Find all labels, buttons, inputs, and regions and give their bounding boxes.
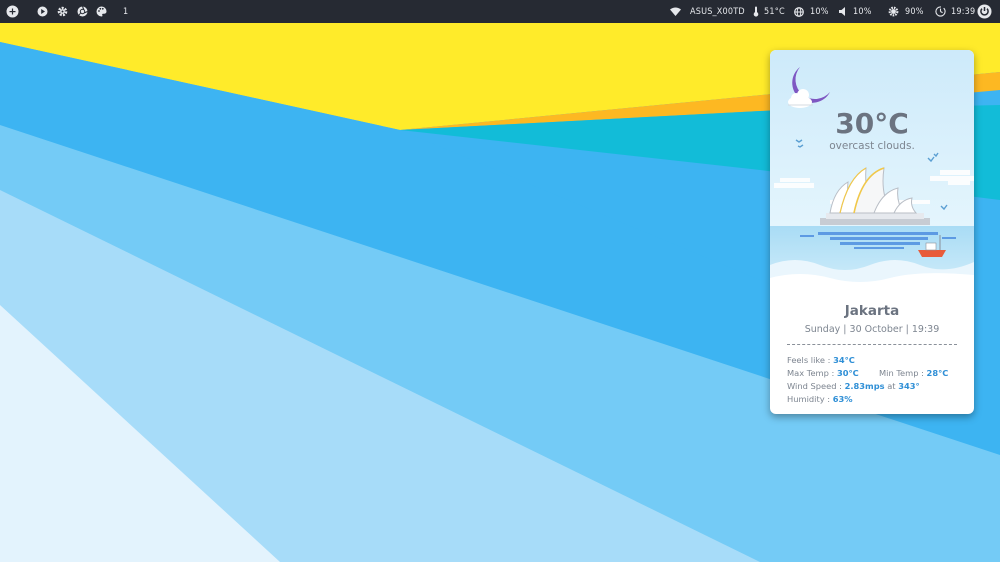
temperature-value: 51°C [764, 6, 785, 17]
weather-date: Sunday | 30 October | 19:39 [804, 324, 940, 335]
min-temp-row: Min Temp : 28°C [879, 368, 948, 378]
weather-temperature: 30°C [835, 107, 909, 140]
max-temp-value: 30°C [836, 368, 859, 378]
network-status[interactable]: ASUS_X00TD [670, 0, 745, 23]
clock-icon [935, 6, 946, 17]
workspace-indicator[interactable]: 1 [123, 0, 128, 23]
weather-widget: 30°C overcast clouds. Jakarta Sunday | 3… [770, 50, 974, 414]
wind-direction-value: 343° [898, 381, 920, 391]
globe-icon [794, 6, 804, 17]
feels-like-row: Feels like : 34°C [787, 355, 855, 365]
screenshot-button[interactable] [77, 0, 88, 23]
brightness-status[interactable]: 90% [888, 0, 924, 23]
theme-button[interactable] [96, 0, 107, 23]
cpu-status[interactable]: 10% [794, 0, 829, 23]
settings-button[interactable] [57, 0, 68, 23]
top-panel: 1 ASUS_X00TD 51°C 10% 10% 90% 19:39 [0, 0, 1000, 23]
brightness-icon [888, 6, 899, 17]
wind-speed-label: Wind Speed : [787, 381, 845, 391]
feels-like-value: 34°C [833, 355, 855, 365]
weather-city: Jakarta [844, 303, 900, 319]
add-circle-icon [6, 5, 19, 18]
temperature-status[interactable]: 51°C [753, 0, 785, 23]
clock[interactable]: 19:39 [935, 0, 975, 23]
speaker-icon [839, 7, 846, 16]
max-temp-label: Max Temp : [787, 368, 837, 378]
min-temp-value: 28°C [926, 368, 949, 378]
humidity-row: Humidity : 63% [787, 394, 853, 404]
weather-description: overcast clouds. [829, 140, 915, 152]
add-workspace-button[interactable] [6, 0, 19, 23]
power-menu-button[interactable] [977, 0, 992, 23]
brightness-value: 90% [905, 6, 924, 17]
aperture-icon [77, 6, 88, 17]
media-play-button[interactable] [37, 0, 48, 23]
sydney-opera-house-illustration [770, 50, 974, 300]
play-icon [37, 6, 48, 17]
feels-like-label: Feels like : [787, 355, 834, 365]
volume-value: 10% [853, 6, 872, 17]
clock-time: 19:39 [951, 6, 976, 17]
humidity-value: 63% [832, 394, 853, 404]
wifi-icon [670, 7, 681, 16]
max-temp-row: Max Temp : 30°C [787, 368, 859, 378]
volume-status[interactable]: 10% [839, 0, 872, 23]
min-temp-label: Min Temp : [879, 368, 927, 378]
palette-icon [96, 6, 107, 17]
cpu-value: 10% [810, 6, 829, 17]
wind-at-label: at [884, 381, 899, 391]
humidity-label: Humidity : [787, 394, 833, 404]
network-name: ASUS_X00TD [690, 6, 745, 17]
thermometer-icon [753, 6, 759, 17]
power-icon [977, 4, 992, 19]
divider [787, 344, 957, 345]
settings-gear-icon [57, 6, 68, 17]
wind-speed-row: Wind Speed : 2.83mps at 343° [787, 381, 920, 391]
wind-speed-value: 2.83mps [844, 381, 885, 391]
